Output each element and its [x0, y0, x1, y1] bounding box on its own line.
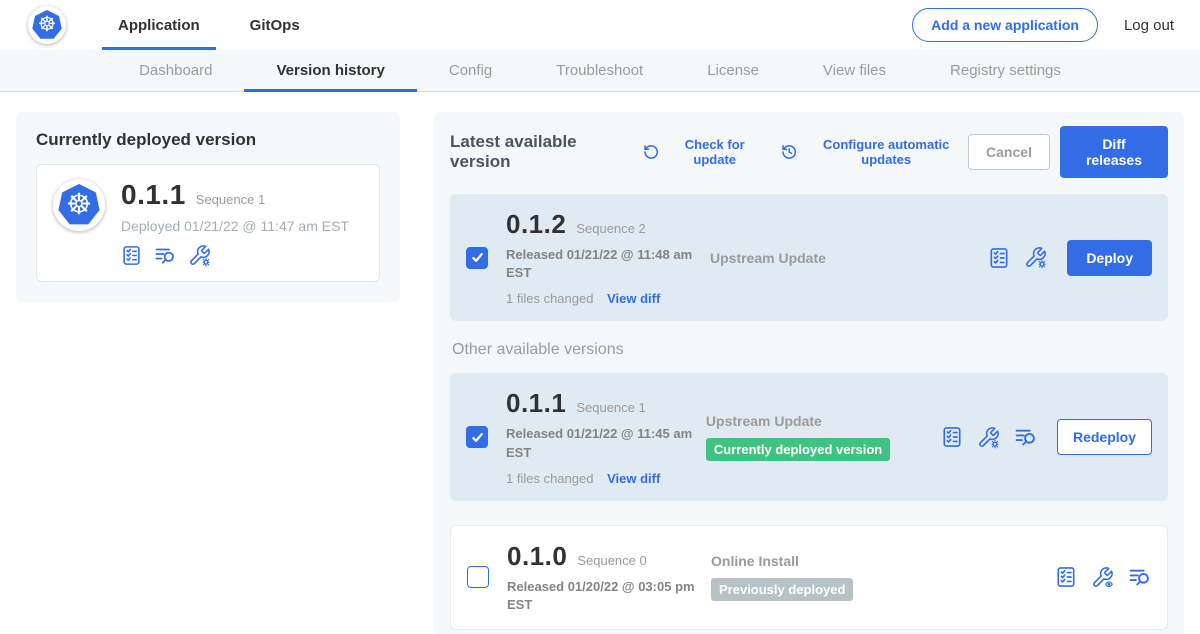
version-actions: Deploy: [988, 240, 1152, 276]
edit-config-icon[interactable]: [188, 244, 211, 267]
version-info: 0.1.0 Sequence 0 Released 01/20/22 @ 03:…: [507, 541, 705, 614]
version-number: 0.1.2: [506, 209, 566, 240]
deploy-button[interactable]: Deploy: [1067, 240, 1152, 276]
subtab-troubleshoot[interactable]: Troubleshoot: [524, 50, 675, 91]
currently-deployed-badge: Currently deployed version: [706, 438, 890, 461]
files-changed-label: 1 files changed: [506, 291, 593, 306]
kubernetes-logo-icon: ☸: [28, 6, 66, 44]
latest-version-title: Latest available version: [450, 132, 625, 172]
main-content: Currently deployed version ☸ 0.1.1 Seque…: [0, 92, 1200, 634]
version-number: 0.1.1: [506, 388, 566, 419]
ship-wheel-icon: ☸: [66, 190, 92, 219]
preflight-checks-icon[interactable]: [988, 247, 1010, 269]
sequence-label: Sequence 0: [577, 553, 646, 568]
view-diff-link[interactable]: View diff: [607, 291, 660, 306]
released-timestamp: Released 01/21/22 @ 11:45 am EST: [506, 425, 700, 461]
app-subnav: Dashboard Version history Config Trouble…: [0, 50, 1200, 92]
source-label: Upstream Update: [710, 250, 950, 266]
currently-deployed-card: Currently deployed version ☸ 0.1.1 Seque…: [16, 112, 400, 302]
tab-application[interactable]: Application: [102, 0, 216, 50]
version-actions: [1055, 566, 1151, 589]
top-bar: ☸ Application GitOps Add a new applicati…: [0, 0, 1200, 50]
check-icon: [471, 251, 484, 264]
released-timestamp: Released 01/20/22 @ 03:05 pm EST: [507, 578, 705, 614]
source-label: Upstream Update: [706, 413, 941, 429]
diff-releases-button[interactable]: Diff releases: [1060, 126, 1168, 178]
view-logs-icon[interactable]: [154, 245, 176, 267]
version-row-0-1-2: 0.1.2 Sequence 2 Released 01/21/22 @ 11:…: [450, 194, 1168, 321]
preflight-checks-icon[interactable]: [941, 426, 963, 448]
check-icon: [471, 431, 484, 444]
check-for-update-label: Check for update: [667, 137, 763, 167]
preflight-checks-icon[interactable]: [1055, 566, 1077, 588]
version-source: Online Install Previously deployed: [711, 553, 951, 601]
view-logs-icon[interactable]: [1014, 426, 1037, 449]
kubernetes-heptagon: ☸: [32, 10, 62, 40]
version-row-0-1-0: 0.1.0 Sequence 0 Released 01/20/22 @ 03:…: [450, 525, 1168, 630]
edit-config-icon[interactable]: [977, 426, 1000, 449]
files-changed-label: 1 files changed: [506, 471, 593, 486]
previously-deployed-badge: Previously deployed: [711, 578, 853, 601]
other-versions-label: Other available versions: [452, 341, 1168, 359]
subtab-registry-settings[interactable]: Registry settings: [918, 50, 1093, 91]
redeploy-button[interactable]: Redeploy: [1057, 419, 1152, 455]
sequence-label: Sequence 1: [576, 400, 645, 415]
preflight-checks-icon[interactable]: [121, 245, 142, 266]
version-history-panel: Latest available version Check for updat…: [434, 112, 1184, 634]
view-logs-icon[interactable]: [1128, 566, 1151, 589]
version-info: 0.1.2 Sequence 2 Released 01/21/22 @ 11:…: [506, 209, 704, 306]
edit-config-icon[interactable]: [1024, 246, 1047, 269]
tab-gitops-label: GitOps: [250, 17, 300, 34]
released-timestamp: Released 01/21/22 @ 11:48 am EST: [506, 246, 704, 282]
ship-wheel-icon: ☸: [38, 14, 57, 35]
clock-refresh-icon: [781, 143, 797, 161]
version-checkbox[interactable]: [467, 566, 489, 588]
deployed-version-number: 0.1.1: [121, 179, 186, 211]
version-actions: Redeploy: [941, 419, 1152, 455]
version-checkbox[interactable]: [466, 247, 488, 269]
version-source: Upstream Update: [710, 250, 950, 266]
subtab-view-files[interactable]: View files: [791, 50, 918, 91]
view-diff-link[interactable]: View diff: [607, 471, 660, 486]
subtab-dashboard[interactable]: Dashboard: [107, 50, 244, 91]
deployed-sequence-label: Sequence 1: [196, 192, 265, 207]
top-nav: Application GitOps: [102, 0, 334, 50]
currently-deployed-title: Currently deployed version: [36, 130, 380, 150]
deployed-version-card: ☸ 0.1.1 Sequence 1 Deployed 01/21/22 @ 1…: [36, 164, 380, 282]
tab-application-label: Application: [118, 17, 200, 34]
tab-gitops[interactable]: GitOps: [234, 0, 316, 50]
subtab-version-history[interactable]: Version history: [244, 50, 416, 91]
version-source: Upstream Update Currently deployed versi…: [706, 413, 941, 461]
version-info: 0.1.1 Sequence 1 Released 01/21/22 @ 11:…: [506, 388, 700, 485]
logout-button[interactable]: Log out: [1124, 17, 1174, 34]
source-label: Online Install: [711, 553, 951, 569]
version-row-0-1-1: 0.1.1 Sequence 1 Released 01/21/22 @ 11:…: [450, 373, 1168, 500]
add-new-application-button[interactable]: Add a new application: [912, 8, 1098, 42]
deployed-version-info: 0.1.1 Sequence 1 Deployed 01/21/22 @ 11:…: [121, 179, 349, 267]
version-number: 0.1.0: [507, 541, 567, 572]
kubernetes-heptagon: ☸: [58, 184, 100, 226]
subtab-license[interactable]: License: [675, 50, 791, 91]
view-config-icon[interactable]: [1091, 566, 1114, 589]
check-for-update-button[interactable]: Check for update: [643, 137, 763, 167]
sequence-label: Sequence 2: [576, 221, 645, 236]
deployed-timestamp: Deployed 01/21/22 @ 11:47 am EST: [121, 218, 349, 234]
latest-version-header: Latest available version Check for updat…: [450, 126, 1168, 178]
cancel-button[interactable]: Cancel: [968, 134, 1050, 170]
app-logo-icon: ☸: [53, 179, 105, 231]
refresh-icon: [643, 143, 659, 161]
configure-automatic-updates-button[interactable]: Configure automatic updates: [781, 137, 968, 167]
subtab-config[interactable]: Config: [417, 50, 524, 91]
version-checkbox[interactable]: [466, 426, 488, 448]
configure-automatic-updates-label: Configure automatic updates: [804, 137, 968, 167]
